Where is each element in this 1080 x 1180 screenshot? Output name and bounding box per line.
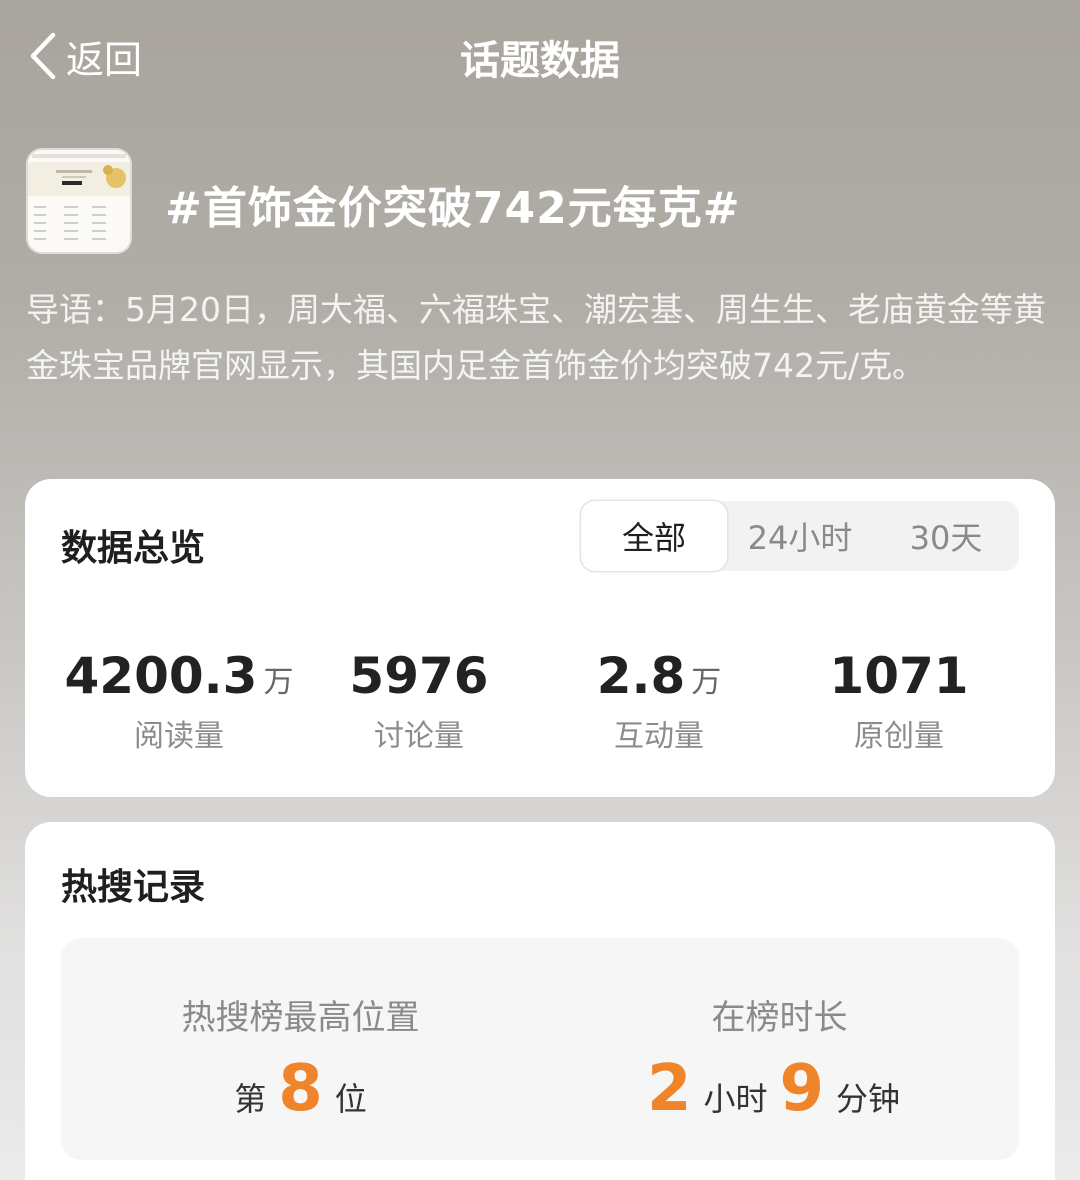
hot-search-panel: 热搜榜最高位置 第 8 位 在榜时长 2 小时 9 分钟 <box>61 938 1019 1160</box>
hot-search-card: 热搜记录 热搜榜最高位置 第 8 位 在榜时长 2 小时 9 分钟 <box>25 822 1055 1180</box>
tab-30-days[interactable]: 30天 <box>873 501 1019 571</box>
stat-value: 5976 <box>349 647 489 705</box>
tab-all[interactable]: 全部 <box>581 501 727 571</box>
stat-label: 原创量 <box>854 719 944 754</box>
hot-search-title: 热搜记录 <box>61 867 206 908</box>
topic-thumbnail[interactable] <box>28 150 130 252</box>
stat-reads: 4200.3 万 阅读量 <box>59 647 299 755</box>
stat-label: 讨论量 <box>374 719 464 754</box>
topic-thumbnail-image <box>28 150 130 252</box>
stat-value: 4200.3 <box>64 647 258 705</box>
duration-label: 在榜时长 <box>711 998 848 1038</box>
peak-rank-label: 热搜榜最高位置 <box>181 998 420 1038</box>
topic-intro: 导语：5月20日，周大福、六福珠宝、潮宏基、周生生、老庙黄金等黄金珠宝品牌官网显… <box>26 290 1046 385</box>
stat-value: 1071 <box>829 647 969 705</box>
duration-hours-unit: 小时 <box>703 1080 768 1118</box>
stat-interactions: 2.8 万 互动量 <box>539 647 779 755</box>
peak-rank-value: 8 <box>278 1052 323 1126</box>
stat-unit: 万 <box>691 665 722 700</box>
topic-title: #首饰金价突破742元每克# <box>165 183 741 234</box>
nav-header: 返回 话题数据 <box>0 0 1080 110</box>
duration-minutes: 9 <box>779 1052 825 1126</box>
stat-value: 2.8 <box>596 647 686 705</box>
page-title: 话题数据 <box>460 38 620 84</box>
duration-minutes-unit: 分钟 <box>836 1080 901 1118</box>
stat-label: 阅读量 <box>134 719 224 754</box>
peak-rank-block: 热搜榜最高位置 第 8 位 <box>61 938 540 1160</box>
stat-unit: 万 <box>263 665 294 700</box>
time-range-segmented-control: 全部 24小时 30天 <box>581 501 1019 571</box>
peak-rank-prefix: 第 <box>234 1080 267 1118</box>
duration-block: 在榜时长 2 小时 9 分钟 <box>540 938 1019 1160</box>
tab-24-hours[interactable]: 24小时 <box>727 501 873 571</box>
stat-label: 互动量 <box>614 719 704 754</box>
peak-rank-suffix: 位 <box>334 1080 367 1118</box>
overview-title: 数据总览 <box>61 528 206 569</box>
overview-card: 数据总览 全部 24小时 30天 4200.3 万 阅读量 5976 讨论量 2… <box>25 479 1055 797</box>
stat-discussions: 5976 讨论量 <box>299 647 539 755</box>
stat-originals: 1071 原创量 <box>779 647 1019 755</box>
duration-hours: 2 <box>646 1052 692 1126</box>
